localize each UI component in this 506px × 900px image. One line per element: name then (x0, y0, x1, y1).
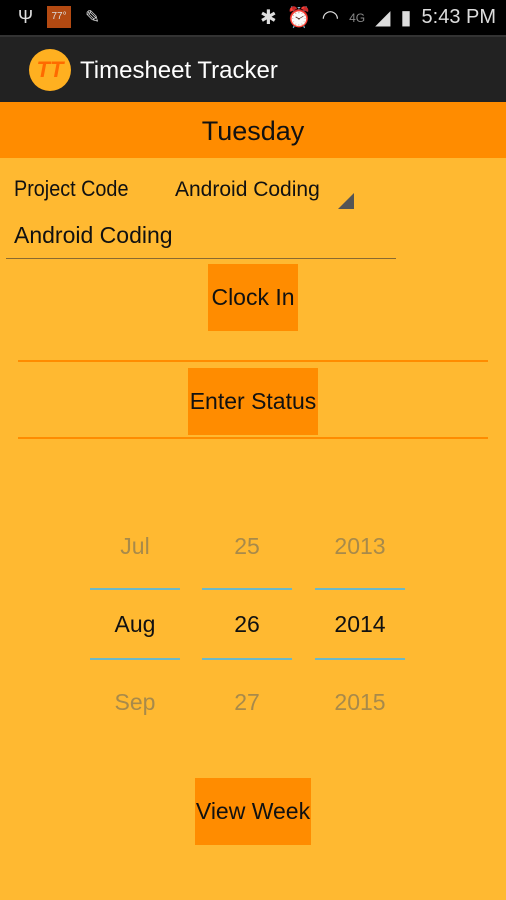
bluetooth-icon: ✱ (259, 7, 277, 29)
clock: 5:43 PM (421, 6, 496, 28)
clock-in-button[interactable]: Clock In (208, 264, 298, 331)
year-prev[interactable]: 2013 (315, 504, 405, 588)
usb-icon: Ψ (18, 6, 34, 27)
action-bar: TT Timesheet Tracker (0, 35, 506, 102)
battery-icon: ▮ (400, 7, 412, 29)
app-title: Timesheet Tracker (80, 57, 278, 84)
pencil-icon: ✎ (85, 6, 101, 27)
view-week-button[interactable]: View Week (195, 778, 311, 845)
divider (18, 437, 488, 439)
day-current[interactable]: 26 (202, 588, 292, 660)
signal-icon: ◢ (375, 7, 391, 29)
month-prev[interactable]: Jul (90, 504, 180, 588)
day-prev[interactable]: 25 (202, 504, 292, 588)
day-picker[interactable]: 25 26 27 (202, 504, 292, 744)
divider (18, 360, 488, 362)
month-next[interactable]: Sep (90, 660, 180, 744)
network-type: 4G (349, 10, 366, 25)
year-picker[interactable]: 2013 2014 2015 (315, 504, 405, 744)
dropdown-arrow-icon[interactable] (338, 193, 354, 209)
day-header: Tuesday (0, 102, 506, 158)
year-next[interactable]: 2015 (315, 660, 405, 744)
enter-status-button[interactable]: Enter Status (188, 368, 318, 435)
project-code-label: Project Code (14, 176, 129, 201)
project-input[interactable]: Android Coding (6, 222, 396, 259)
day-next[interactable]: 27 (202, 660, 292, 744)
status-bar: Ψ 77° ✎ ✱ ⏰ ◠ 4G ◢ ▮ 5:43 PM (0, 0, 506, 35)
month-current[interactable]: Aug (90, 588, 180, 660)
weather-icon: 77° (47, 6, 72, 28)
project-code-spinner[interactable]: Android Coding (175, 178, 320, 202)
app-logo[interactable]: TT (29, 49, 71, 91)
month-picker[interactable]: Jul Aug Sep (90, 504, 180, 744)
year-current[interactable]: 2014 (315, 588, 405, 660)
wifi-icon: ◠ (321, 7, 340, 29)
alarm-icon: ⏰ (286, 7, 312, 29)
